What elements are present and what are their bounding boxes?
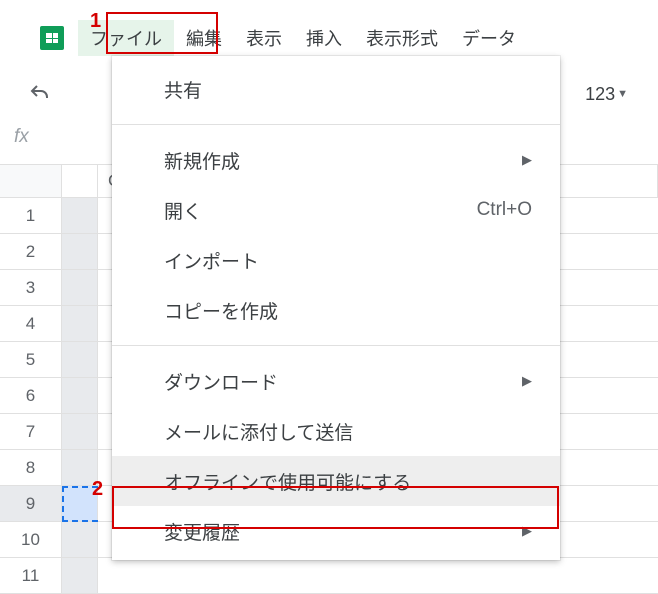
row-header[interactable]: 6 (0, 378, 62, 413)
menu-separator (112, 124, 560, 125)
menu-format[interactable]: 表示形式 (354, 20, 450, 56)
row-header[interactable]: 1 (0, 198, 62, 233)
cell[interactable] (62, 414, 98, 449)
menu-item-label: メールに添付して送信 (164, 418, 532, 445)
row-header[interactable]: 3 (0, 270, 62, 305)
sheets-logo (40, 26, 64, 50)
menu-item-share[interactable]: 共有 (112, 64, 560, 114)
cell[interactable] (62, 522, 98, 557)
menu-separator (112, 345, 560, 346)
row-header[interactable]: 7 (0, 414, 62, 449)
cell[interactable] (62, 234, 98, 269)
chevron-right-icon: ▶ (522, 152, 532, 168)
menu-item-open[interactable]: 開く Ctrl+O (112, 185, 560, 235)
cell[interactable] (62, 306, 98, 341)
row-header[interactable]: 5 (0, 342, 62, 377)
menubar: ファイル 編集 表示 挿入 表示形式 データ (40, 20, 658, 56)
number-format-button[interactable]: 123 ▼ (585, 84, 628, 105)
cell[interactable] (62, 342, 98, 377)
number-format-label: 123 (585, 84, 615, 105)
chevron-down-icon: ▼ (617, 88, 628, 100)
annotation-number-2: 2 (92, 478, 103, 501)
menu-item-label: 変更履歴 (164, 518, 522, 545)
file-menu-dropdown: 共有 新規作成 ▶ 開く Ctrl+O インポート コピーを作成 ダウンロード … (112, 56, 560, 560)
menu-item-label: コピーを作成 (164, 297, 532, 324)
row-header[interactable]: 9 (0, 486, 62, 521)
annotation-number-1: 1 (90, 10, 101, 33)
menu-item-label: 新規作成 (164, 147, 522, 174)
menu-item-label: 共有 (164, 76, 532, 103)
menu-item-download[interactable]: ダウンロード ▶ (112, 356, 560, 406)
undo-icon[interactable] (28, 82, 52, 106)
cell[interactable] (62, 198, 98, 233)
menu-item-make-copy[interactable]: コピーを作成 (112, 285, 560, 335)
menu-item-import[interactable]: インポート (112, 235, 560, 285)
chevron-right-icon: ▶ (522, 523, 532, 539)
menu-item-version-history[interactable]: 変更履歴 ▶ (112, 506, 560, 556)
row-header[interactable]: 8 (0, 450, 62, 485)
menu-item-label: オフラインで使用可能にする (164, 468, 532, 495)
menu-edit[interactable]: 編集 (174, 20, 234, 56)
select-all-corner[interactable] (0, 165, 62, 197)
menu-item-label: 開く (164, 197, 477, 224)
menu-data[interactable]: データ (450, 20, 528, 56)
menu-item-new[interactable]: 新規作成 ▶ (112, 135, 560, 185)
menu-item-label: ダウンロード (164, 368, 522, 395)
cell[interactable] (62, 378, 98, 413)
row-header[interactable]: 2 (0, 234, 62, 269)
menu-insert[interactable]: 挿入 (294, 20, 354, 56)
grid-row: 11 (0, 558, 658, 594)
menu-item-label: インポート (164, 247, 532, 274)
row-header[interactable]: 10 (0, 522, 62, 557)
menu-item-offline[interactable]: オフラインで使用可能にする (112, 456, 560, 506)
chevron-right-icon: ▶ (522, 373, 532, 389)
menu-item-email-attachment[interactable]: メールに添付して送信 (112, 406, 560, 456)
row-header[interactable]: 4 (0, 306, 62, 341)
column-header-a[interactable] (62, 165, 98, 197)
formula-bar-label: fx (14, 126, 29, 154)
menu-item-shortcut: Ctrl+O (477, 199, 532, 221)
menu-view[interactable]: 表示 (234, 20, 294, 56)
sheets-logo-cells (46, 33, 58, 43)
cell[interactable] (62, 270, 98, 305)
